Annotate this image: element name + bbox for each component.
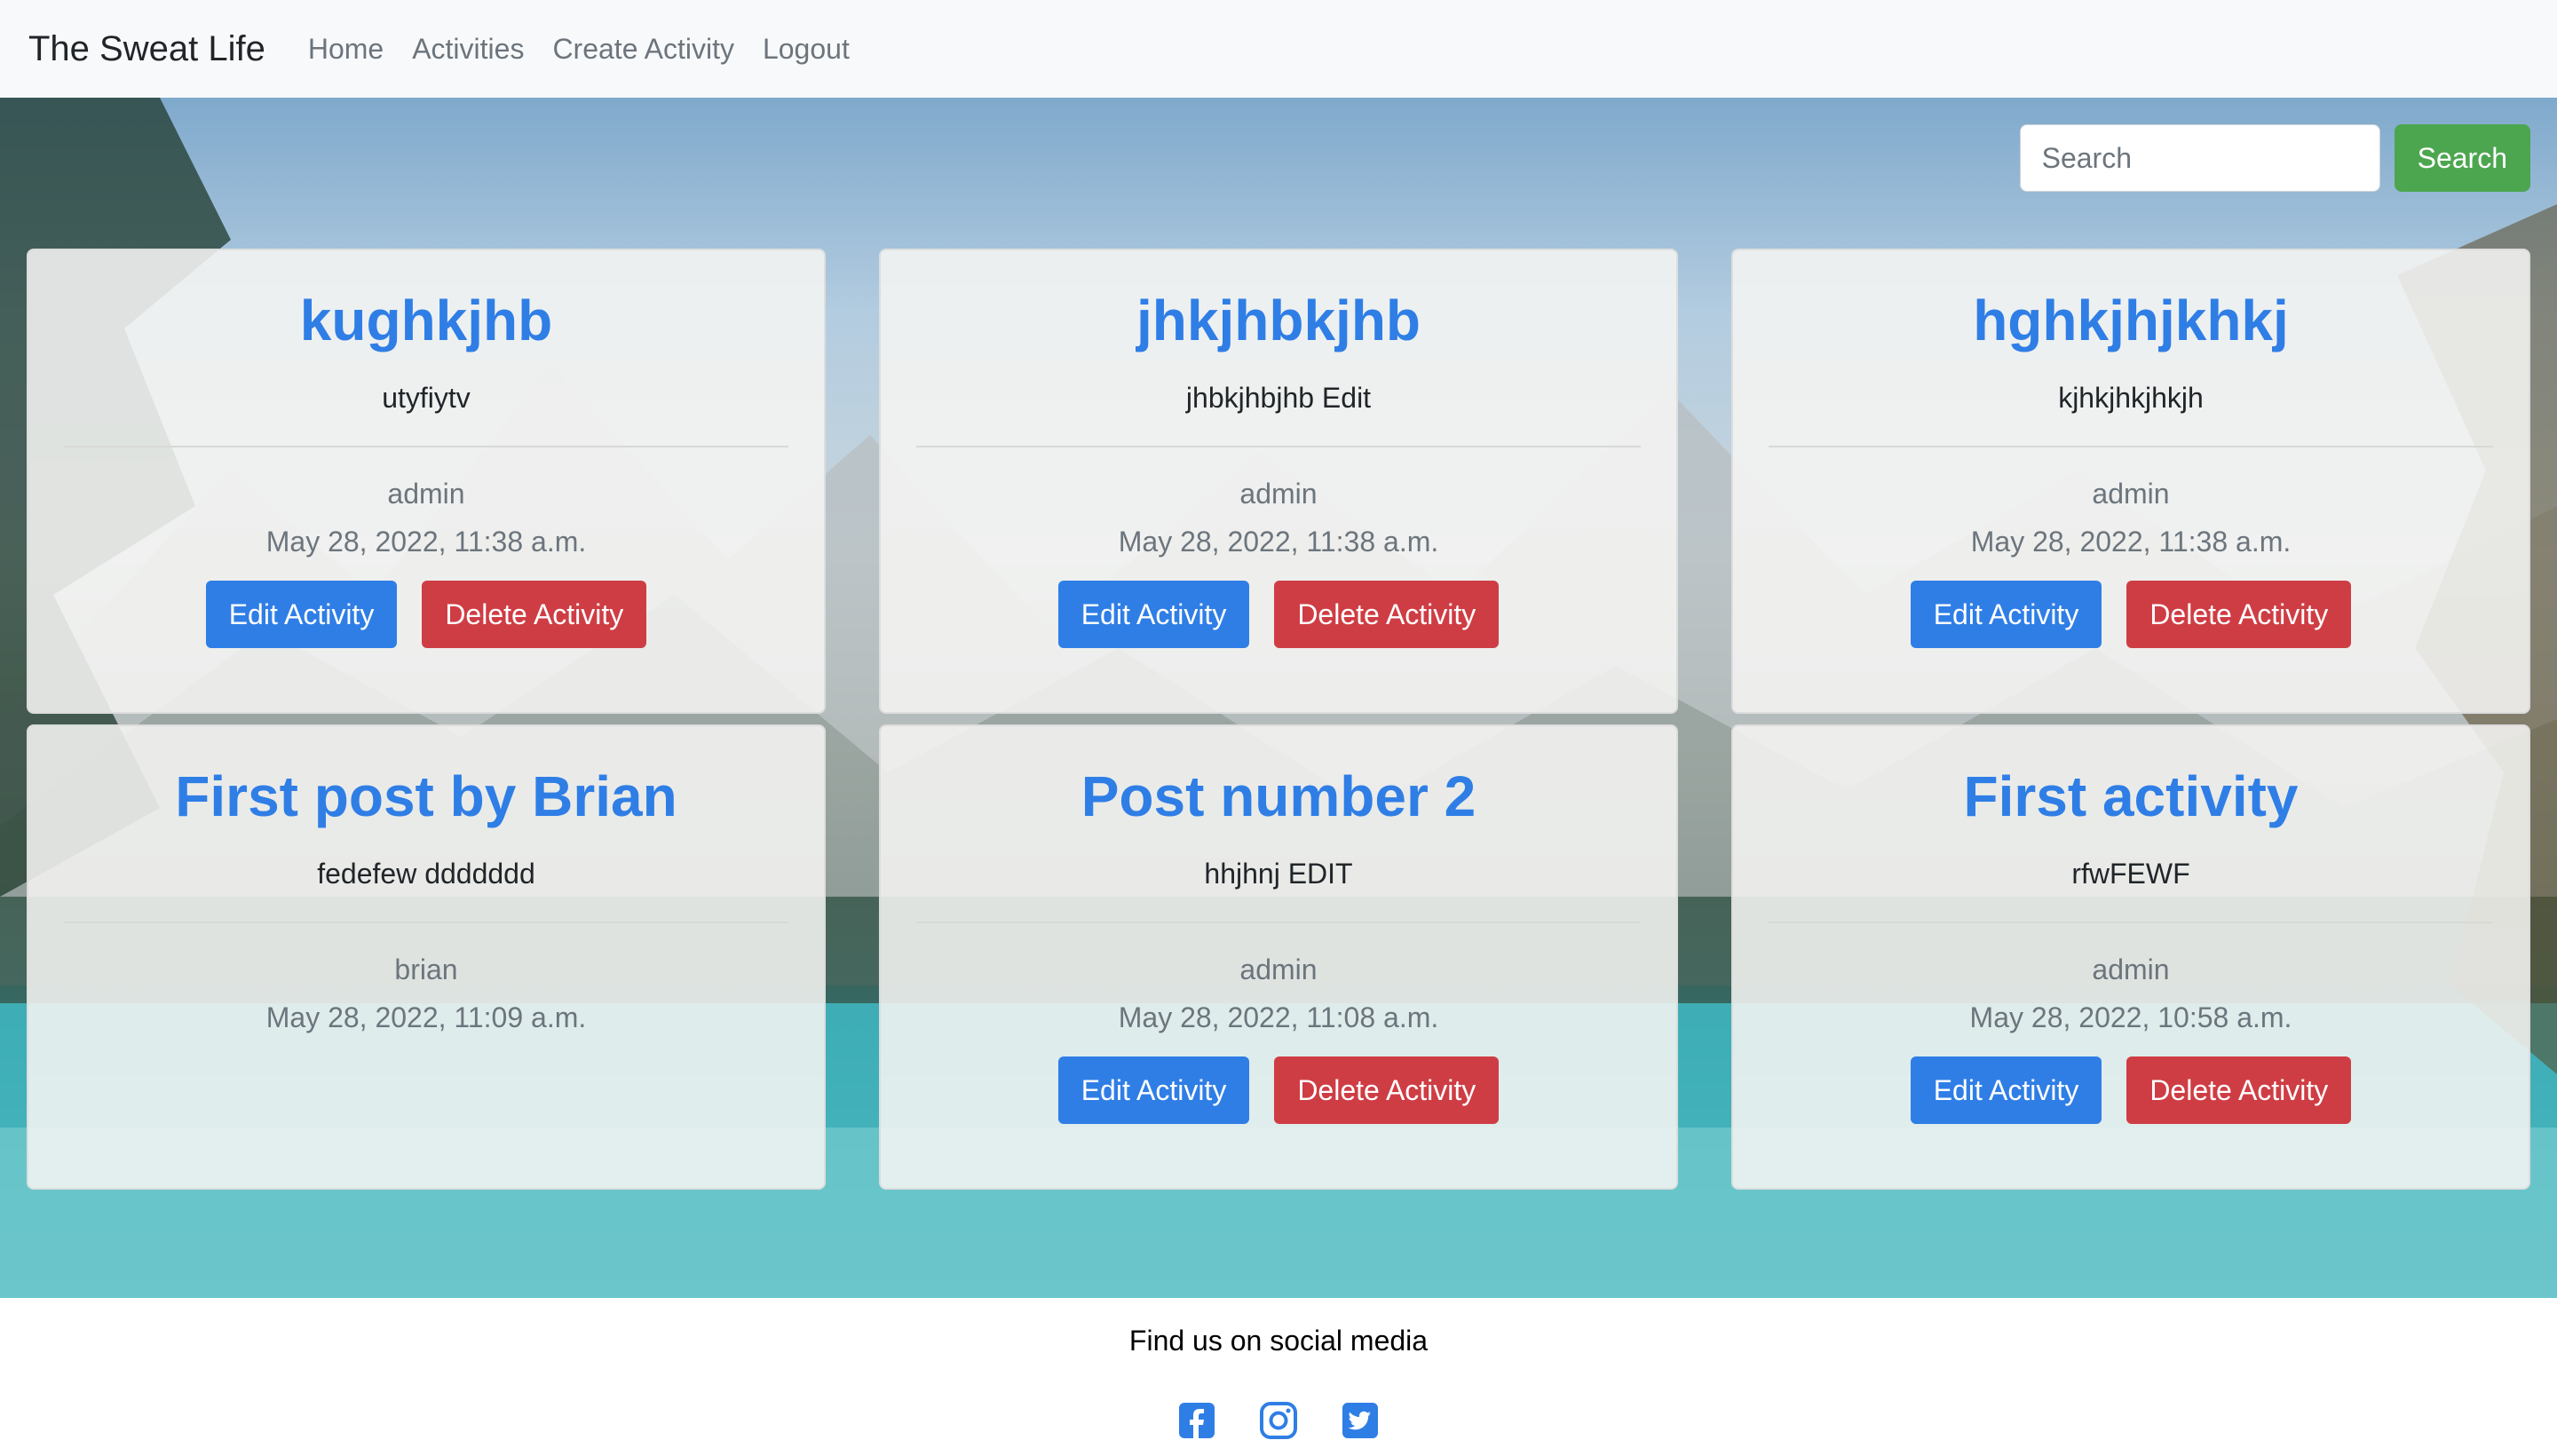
activity-author: admin bbox=[387, 478, 465, 510]
card-actions: Edit Activity Delete Activity bbox=[28, 581, 824, 648]
activity-title-link[interactable]: First activity bbox=[1733, 764, 2529, 829]
activity-description: fedefew ddddddd bbox=[317, 858, 535, 890]
activity-author: admin bbox=[2092, 478, 2170, 510]
activity-date: May 28, 2022, 10:58 a.m. bbox=[1969, 1001, 2292, 1033]
nav-link-activities[interactable]: Activities bbox=[412, 33, 524, 66]
activity-date: May 28, 2022, 11:09 a.m. bbox=[265, 1001, 587, 1033]
activity-title-link[interactable]: kughkjhb bbox=[28, 288, 824, 353]
activity-description: utyfiytv bbox=[382, 382, 471, 414]
search-form: Search bbox=[2019, 124, 2530, 192]
card-divider bbox=[64, 446, 788, 447]
nav-link-logout[interactable]: Logout bbox=[763, 33, 850, 66]
activity-description: rfwFEWF bbox=[2071, 858, 2190, 890]
edit-activity-button[interactable]: Edit Activity bbox=[1057, 581, 1250, 648]
footer-text: Find us on social media bbox=[1128, 1325, 1429, 1357]
nav-link-home[interactable]: Home bbox=[308, 33, 384, 66]
card-actions: Edit Activity Delete Activity bbox=[881, 1056, 1676, 1124]
card-divider bbox=[64, 922, 788, 923]
activity-date: May 28, 2022, 11:38 a.m. bbox=[1970, 526, 2292, 558]
delete-activity-button[interactable]: Delete Activity bbox=[1274, 581, 1500, 648]
activity-card: kughkjhb utyfiytv admin May 28, 2022, 11… bbox=[27, 249, 826, 714]
delete-activity-button[interactable]: Delete Activity bbox=[2126, 1056, 2352, 1124]
activity-date: May 28, 2022, 11:38 a.m. bbox=[265, 526, 587, 558]
activity-title-link[interactable]: First post by Brian bbox=[28, 764, 824, 829]
navbar: The Sweat Life Home Activities Create Ac… bbox=[0, 0, 2557, 98]
card-divider bbox=[1769, 446, 2493, 447]
activity-description: jhbkjhbjhb Edit bbox=[1185, 382, 1372, 414]
activity-card: First post by Brian fedefew ddddddd bria… bbox=[27, 724, 826, 1190]
activity-author: admin bbox=[2092, 954, 2170, 985]
card-actions: Edit Activity Delete Activity bbox=[1733, 581, 2529, 648]
activity-card: Post number 2 hhjhnj EDIT admin May 28, … bbox=[879, 724, 1678, 1190]
activity-description: hhjhnj EDIT bbox=[1204, 858, 1353, 890]
card-actions: Edit Activity Delete Activity bbox=[881, 581, 1676, 648]
card-divider bbox=[916, 446, 1641, 447]
brand-logo[interactable]: The Sweat Life bbox=[28, 29, 265, 69]
delete-activity-button[interactable]: Delete Activity bbox=[422, 581, 647, 648]
edit-activity-button[interactable]: Edit Activity bbox=[1057, 1056, 1250, 1124]
search-input[interactable] bbox=[2019, 124, 2380, 192]
activity-title-link[interactable]: hghkjhjkhkj bbox=[1733, 288, 2529, 353]
footer: Find us on social media bbox=[0, 1298, 2557, 1456]
card-actions: Edit Activity Delete Activity bbox=[1733, 1056, 2529, 1124]
activity-card: First activity rfwFEWF admin May 28, 202… bbox=[1731, 724, 2530, 1190]
edit-activity-button[interactable]: Edit Activity bbox=[205, 581, 398, 648]
activity-card: jhkjhbkjhb jhbkjhbjhb Edit admin May 28,… bbox=[879, 249, 1678, 714]
hero-background: Search kughkjhb utyfiytv admin May 28, 2… bbox=[0, 98, 2557, 1298]
delete-activity-button[interactable]: Delete Activity bbox=[1274, 1056, 1500, 1124]
activity-description: kjhkjhkjhkjh bbox=[2058, 382, 2204, 414]
edit-activity-button[interactable]: Edit Activity bbox=[1910, 581, 2102, 648]
social-links bbox=[0, 1401, 2557, 1440]
activity-author: admin bbox=[1239, 954, 1318, 985]
nav-link-create-activity[interactable]: Create Activity bbox=[552, 33, 734, 66]
activity-title-link[interactable]: Post number 2 bbox=[881, 764, 1676, 829]
search-button[interactable]: Search bbox=[2394, 124, 2530, 192]
card-divider bbox=[916, 922, 1641, 923]
activity-title-link[interactable]: jhkjhbkjhb bbox=[881, 288, 1676, 353]
instagram-icon[interactable] bbox=[1259, 1401, 1298, 1440]
activity-card: hghkjhjkhkj kjhkjhkjhkjh admin May 28, 2… bbox=[1731, 249, 2530, 714]
twitter-icon[interactable] bbox=[1341, 1401, 1380, 1440]
card-divider bbox=[1769, 922, 2493, 923]
activity-date: May 28, 2022, 11:38 a.m. bbox=[1118, 526, 1439, 558]
delete-activity-button[interactable]: Delete Activity bbox=[2126, 581, 2352, 648]
facebook-icon[interactable] bbox=[1177, 1401, 1216, 1440]
activity-date: May 28, 2022, 11:08 a.m. bbox=[1118, 1001, 1439, 1033]
edit-activity-button[interactable]: Edit Activity bbox=[1910, 1056, 2102, 1124]
activity-author: admin bbox=[1239, 478, 1318, 510]
activity-author: brian bbox=[394, 954, 458, 985]
